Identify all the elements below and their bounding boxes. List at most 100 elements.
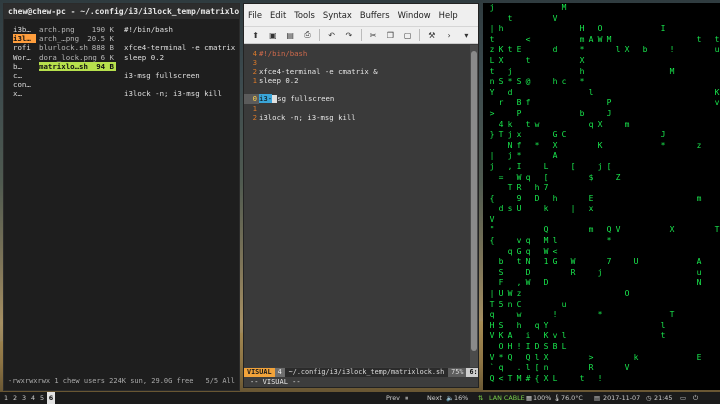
terminal-title: chew@chew-pc - ~/.config/i3/i3lock_temp/…: [4, 4, 239, 19]
preview-line: [124, 80, 239, 89]
menu-edit[interactable]: Edit: [270, 10, 286, 20]
editor-line: 2 xfce4-terminal -e cmatrix &: [244, 67, 470, 76]
line-text: xfce4-terminal -e cmatrix &: [259, 67, 378, 77]
workspace-button[interactable]: 1: [2, 392, 10, 404]
forward-icon[interactable]: ›: [443, 29, 454, 41]
find-replace-icon[interactable]: ⚒: [426, 29, 437, 41]
file-item[interactable]: arch_…png 20.5 K: [39, 34, 116, 43]
ranger-parent-column[interactable]: i3b… i3l… rofi Wor… b… c… con… x…: [4, 25, 36, 376]
selection-count: 4: [274, 368, 285, 377]
gvim-window[interactable]: File Edit Tools Syntax Buffers Window He…: [243, 3, 479, 388]
editor-line: 3: [244, 58, 470, 67]
preview-line: i3lock -n; i3-msg kill: [124, 89, 222, 99]
redo-icon[interactable]: ↷: [343, 29, 354, 41]
line-text: i3lock -n; i3-msg kill: [259, 112, 356, 122]
cpu-icon: ▦: [526, 394, 533, 402]
paste-icon[interactable]: ▢: [402, 29, 413, 41]
preview-line: [124, 34, 239, 43]
cpu-usage: 100%: [533, 394, 552, 402]
menu-window[interactable]: Window: [398, 10, 431, 20]
date: 2017-11-07: [603, 394, 641, 402]
visual-selection: i3-: [259, 94, 273, 104]
file-item[interactable]: arch.png 190 K: [39, 25, 116, 34]
matrix-column: t u K v T: [714, 34, 720, 235]
line-number: 1: [252, 76, 257, 86]
preview-line: #!/bin/bash: [124, 25, 173, 34]
line-number: 0: [244, 94, 259, 104]
network-icon: ⇅: [478, 394, 484, 402]
text-editor[interactable]: 4 #!/bin/bash 3 2 xfce4-terminal -e cmatri…: [244, 45, 470, 367]
desktop: chew@chew-pc - ~/.config/i3/i3lock_temp/…: [0, 0, 720, 404]
line-number: 2: [252, 67, 257, 77]
parent-dir-item[interactable]: i3b…: [13, 25, 36, 34]
time: 21:45: [654, 394, 673, 402]
parent-dir-item[interactable]: con…: [13, 80, 36, 89]
play-pause-icon[interactable]: ⏸: [405, 392, 408, 404]
parent-dir-item[interactable]: b…: [13, 62, 36, 71]
cut-icon[interactable]: ✂: [367, 29, 378, 41]
undo-icon[interactable]: ↶: [326, 29, 337, 41]
next-button[interactable]: Next: [427, 392, 442, 404]
parent-dir-item[interactable]: rofi: [13, 43, 36, 52]
workspace-button-active[interactable]: 6: [47, 392, 55, 404]
vim-command-line: -- VISUAL --: [250, 378, 301, 386]
ranger-status-line: -rwxrwxrwx 1 chew users 224K sun, 29.0G …: [4, 377, 239, 387]
line-text: sleep 0.2: [259, 76, 299, 86]
workspace-button[interactable]: 5: [38, 392, 46, 404]
network-status: LAN CABLE: [489, 394, 525, 402]
workspace-button[interactable]: 4: [29, 392, 37, 404]
line-text: #!/bin/bash: [259, 49, 308, 58]
workspace-button[interactable]: 3: [20, 392, 28, 404]
menu-tools[interactable]: Tools: [294, 10, 315, 20]
file-item-selected[interactable]: matrixlo…sh 94 B: [39, 61, 116, 72]
line-number: 4: [252, 49, 257, 58]
menu-buffers[interactable]: Buffers: [360, 10, 390, 20]
power-icon[interactable]: ⏻: [693, 392, 698, 404]
battery-icon: ▭: [680, 394, 687, 402]
calendar-icon: ▤: [594, 394, 601, 402]
parent-dir-item[interactable]: Wor…: [13, 53, 36, 62]
ranger-file-manager[interactable]: i3b… i3l… rofi Wor… b… c… con… x… arch.p…: [4, 25, 239, 376]
parent-dir-item-selected[interactable]: i3l…: [13, 34, 36, 44]
open-icon[interactable]: ⬆: [250, 29, 261, 41]
preview-line: sleep 0.2: [124, 52, 165, 62]
volume-icon[interactable]: 🔈: [446, 392, 454, 404]
clock-icon: ◷: [646, 394, 652, 402]
mode-indicator: VISUAL: [244, 368, 275, 377]
parent-dir-item[interactable]: x…: [13, 89, 36, 98]
menu-help[interactable]: Help: [439, 10, 458, 20]
copy-icon[interactable]: ❐: [385, 29, 396, 41]
save-all-icon[interactable]: ▤: [285, 29, 296, 41]
scrollbar-thumb[interactable]: [471, 51, 477, 351]
temperature-icon: 🌡: [553, 394, 562, 402]
volume-level: 16%: [454, 394, 469, 402]
file-item[interactable]: blurlock.sh 888 B: [39, 43, 116, 52]
file-permissions-info: -rwxrwxrwx 1 chew users 224K sun, 29.0G …: [8, 377, 194, 385]
scroll-percent: 75%: [448, 368, 467, 377]
save-icon[interactable]: ▣: [267, 29, 278, 41]
workspace-button[interactable]: 2: [11, 392, 19, 404]
cursor-position: 6:4: [466, 368, 478, 377]
print-icon[interactable]: ⎙: [302, 29, 313, 41]
editor-line: 4 #!/bin/bash: [244, 49, 470, 58]
file-position-info: 5/5 All: [205, 377, 235, 385]
menu-bar: File Edit Tools Syntax Buffers Window He…: [244, 4, 478, 26]
line-number: 2: [252, 112, 257, 122]
dropdown-icon[interactable]: ▾: [461, 29, 472, 41]
editor-line: 1 sleep 0.2: [244, 76, 470, 85]
menu-file[interactable]: File: [248, 10, 262, 20]
line-number: 3: [252, 58, 257, 68]
ranger-terminal-window[interactable]: chew@chew-pc - ~/.config/i3/i3lock_temp/…: [3, 3, 240, 391]
prev-button[interactable]: Prev: [386, 392, 400, 404]
toolbar: ⬆ ▣ ▤ ⎙ ↶ ↷ ✂ ❐ ▢ ⚒ › ▾: [244, 26, 478, 44]
editor-line-current: 0 i3- sg fullscreen: [244, 94, 470, 104]
file-path: ~/.config/i3/i3lock_temp/matrixlock.sh: [288, 368, 445, 376]
editor-line: 1: [244, 104, 470, 113]
parent-dir-item[interactable]: c…: [13, 71, 36, 80]
vertical-scrollbar[interactable]: [470, 45, 478, 367]
ranger-current-column[interactable]: arch.png 190 K arch_…png 20.5 K blurlock.s…: [36, 25, 116, 376]
menu-syntax[interactable]: Syntax: [323, 10, 352, 20]
line-number: 1: [252, 103, 257, 113]
file-item[interactable]: dora_lock.png 6 K: [39, 53, 116, 62]
